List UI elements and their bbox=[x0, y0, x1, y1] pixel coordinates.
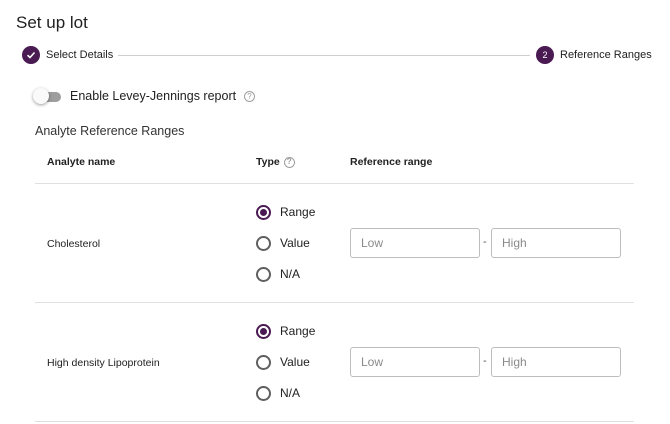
radio-label: Value bbox=[280, 355, 310, 369]
low-input[interactable] bbox=[350, 228, 480, 258]
analyte-name: High density Lipoprotein bbox=[47, 357, 160, 369]
radio-range[interactable]: Range bbox=[256, 203, 315, 221]
radio-value[interactable]: Value bbox=[256, 234, 310, 252]
levey-jennings-toggle[interactable] bbox=[33, 88, 63, 106]
help-icon[interactable]: ? bbox=[244, 91, 255, 102]
step-label: Select Details bbox=[46, 49, 114, 61]
radio-checked-icon bbox=[256, 204, 271, 220]
range-separator: - bbox=[483, 236, 487, 248]
table-row: Cholesterol Range Value N/A - bbox=[35, 184, 634, 303]
header-analyte-name: Analyte name bbox=[47, 156, 116, 168]
header-reference-range: Reference range bbox=[350, 156, 433, 168]
header-type-label: Type bbox=[256, 156, 280, 168]
table-row: High density Lipoprotein Range Value N/A… bbox=[35, 303, 634, 422]
radio-unchecked-icon bbox=[256, 385, 271, 401]
radio-checked-icon bbox=[256, 323, 271, 339]
radio-unchecked-icon bbox=[256, 235, 271, 251]
radio-label: N/A bbox=[280, 386, 301, 400]
stepper-connector bbox=[118, 55, 530, 56]
step-label: Reference Ranges bbox=[560, 49, 652, 61]
radio-na[interactable]: N/A bbox=[256, 265, 300, 283]
table-header: Analyte name Type? Reference range bbox=[35, 148, 634, 184]
levey-jennings-label: Enable Levey-Jennings report bbox=[70, 89, 237, 103]
stepper: Select Details 2 Reference Ranges bbox=[22, 46, 652, 66]
step-number: 2 bbox=[536, 46, 554, 64]
header-type: Type? bbox=[256, 156, 295, 168]
high-input[interactable] bbox=[491, 228, 621, 258]
radio-label: Range bbox=[280, 324, 316, 338]
radio-unchecked-icon bbox=[256, 354, 271, 370]
radio-unchecked-icon bbox=[256, 266, 271, 282]
help-icon[interactable]: ? bbox=[283, 156, 295, 168]
radio-label: Range bbox=[280, 205, 316, 219]
radio-label: N/A bbox=[280, 267, 301, 281]
analyte-name: Cholesterol bbox=[47, 238, 101, 250]
reference-ranges-table: Analyte name Type? Reference range Chole… bbox=[35, 148, 634, 422]
low-input[interactable] bbox=[350, 347, 480, 377]
radio-label: Value bbox=[280, 236, 310, 250]
range-separator: - bbox=[483, 355, 487, 367]
check-icon bbox=[22, 46, 40, 64]
high-input[interactable] bbox=[491, 347, 621, 377]
toggle-thumb bbox=[33, 88, 49, 104]
radio-value[interactable]: Value bbox=[256, 353, 310, 371]
page-title: Set up lot bbox=[16, 13, 88, 32]
section-title: Analyte Reference Ranges bbox=[35, 124, 185, 138]
radio-na[interactable]: N/A bbox=[256, 384, 300, 402]
radio-range[interactable]: Range bbox=[256, 322, 315, 340]
